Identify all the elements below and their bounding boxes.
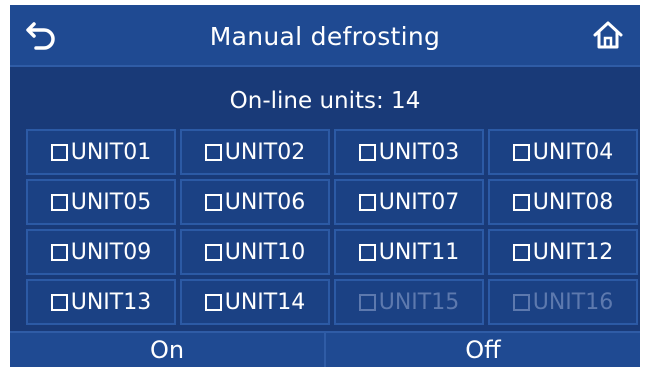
unit-checkbox-unit08[interactable]: UNIT08: [488, 179, 638, 225]
action-bar: On Off: [10, 331, 640, 367]
checkbox-icon: [204, 293, 222, 311]
unit-checkbox-unit07[interactable]: UNIT07: [334, 179, 484, 225]
checkbox-icon: [358, 243, 376, 261]
checkbox-icon: [358, 193, 376, 211]
unit-checkbox-unit11[interactable]: UNIT11: [334, 229, 484, 275]
unit-checkbox-unit05[interactable]: UNIT05: [26, 179, 176, 225]
back-button[interactable]: [20, 15, 64, 55]
unit-checkbox-unit13[interactable]: UNIT13: [26, 279, 176, 325]
unit-label: UNIT14: [224, 289, 306, 315]
unit-label: UNIT08: [532, 189, 614, 215]
checkbox-icon: [204, 193, 222, 211]
checkbox-icon: [204, 143, 222, 161]
unit-checkbox-unit10[interactable]: UNIT10: [180, 229, 330, 275]
checkbox-icon: [50, 193, 68, 211]
checkbox-icon: [512, 293, 530, 311]
checkbox-icon: [358, 293, 376, 311]
unit-grid: UNIT01 UNIT02 UNIT03 UNIT04 UNIT05 UNIT06 UNIT…: [26, 129, 638, 325]
checkbox-icon: [50, 243, 68, 261]
unit-label: UNIT10: [224, 239, 306, 265]
unit-label: UNIT09: [70, 239, 152, 265]
page-title: Manual defrosting: [209, 21, 441, 51]
checkbox-icon: [50, 293, 68, 311]
unit-checkbox-unit15: UNIT15: [334, 279, 484, 325]
on-button[interactable]: On: [10, 331, 324, 367]
unit-checkbox-unit14[interactable]: UNIT14: [180, 279, 330, 325]
defrost-screen: Manual defrosting On-line units: 14 UNIT…: [10, 5, 640, 367]
unit-checkbox-unit02[interactable]: UNIT02: [180, 129, 330, 175]
unit-label: UNIT11: [378, 239, 460, 265]
unit-label: UNIT12: [532, 239, 614, 265]
unit-checkbox-unit01[interactable]: UNIT01: [26, 129, 176, 175]
unit-label: UNIT04: [532, 139, 614, 165]
unit-label: UNIT06: [224, 189, 306, 215]
unit-label: UNIT16: [532, 289, 614, 315]
unit-label: UNIT05: [70, 189, 152, 215]
checkbox-icon: [50, 143, 68, 161]
online-units-status: On-line units: 14: [229, 88, 421, 114]
unit-checkbox-unit06[interactable]: UNIT06: [180, 179, 330, 225]
home-button[interactable]: [586, 15, 630, 55]
unit-checkbox-unit16: UNIT16: [488, 279, 638, 325]
home-icon: [593, 21, 623, 49]
unit-label: UNIT13: [70, 289, 152, 315]
unit-checkbox-unit03[interactable]: UNIT03: [334, 129, 484, 175]
unit-checkbox-unit09[interactable]: UNIT09: [26, 229, 176, 275]
unit-checkbox-unit12[interactable]: UNIT12: [488, 229, 638, 275]
checkbox-icon: [204, 243, 222, 261]
unit-label: UNIT02: [224, 139, 306, 165]
checkbox-icon: [512, 243, 530, 261]
unit-checkbox-unit04[interactable]: UNIT04: [488, 129, 638, 175]
checkbox-icon: [512, 193, 530, 211]
back-arrow-icon: [26, 22, 55, 50]
checkbox-icon: [512, 143, 530, 161]
unit-label: UNIT15: [378, 289, 460, 315]
unit-label: UNIT03: [378, 139, 460, 165]
unit-label: UNIT01: [70, 139, 152, 165]
off-button[interactable]: Off: [324, 331, 640, 367]
header-bar: Manual defrosting: [10, 5, 640, 67]
unit-label: UNIT07: [378, 189, 460, 215]
checkbox-icon: [358, 143, 376, 161]
